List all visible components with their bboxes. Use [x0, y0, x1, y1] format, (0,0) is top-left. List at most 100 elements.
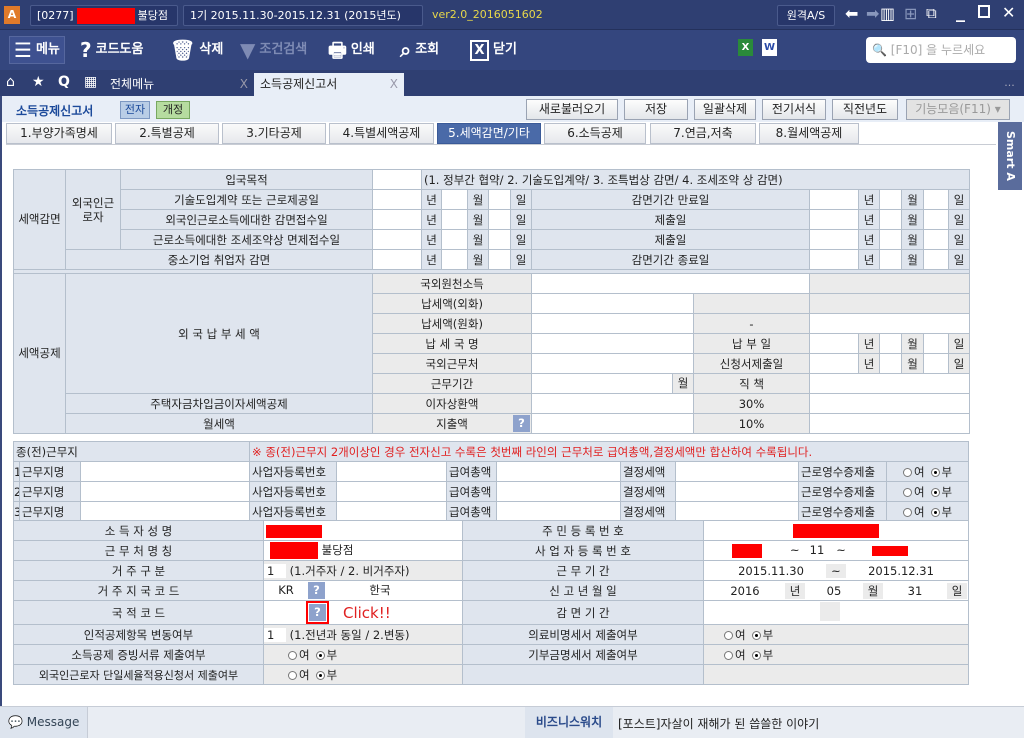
- period-selector[interactable]: 1기 2015.11.30-2015.12.31 (2015년도): [183, 5, 423, 26]
- day-input[interactable]: [923, 249, 949, 270]
- year-input[interactable]: [809, 189, 859, 210]
- message-button[interactable]: 💬 Message: [0, 707, 88, 738]
- filter-button[interactable]: ▼ 조건검색: [240, 36, 307, 64]
- month-input[interactable]: [879, 333, 902, 354]
- month-input[interactable]: [441, 229, 468, 250]
- back-arrow-icon[interactable]: ⬅: [845, 4, 858, 23]
- radio-no[interactable]: 부: [315, 647, 337, 663]
- housing-credit-input[interactable]: [808, 393, 971, 414]
- save-button[interactable]: 저장: [624, 99, 688, 120]
- empty-input[interactable]: [808, 313, 971, 334]
- workplace-name-field[interactable]: 불당점: [263, 540, 463, 561]
- tab-income-deduction[interactable]: 소득공제신고서 X: [254, 73, 404, 96]
- spend-input[interactable]: [531, 413, 694, 434]
- tax-fx-input[interactable]: [531, 293, 694, 314]
- day-input[interactable]: [923, 229, 949, 250]
- subtab-special-deduction[interactable]: 2.특별공제: [115, 123, 219, 144]
- foreign-workplace-input[interactable]: [531, 353, 694, 374]
- search-button[interactable]: ⌕ 조회: [400, 36, 439, 64]
- radio-yes[interactable]: 여: [288, 667, 310, 683]
- print-button[interactable]: 🖶 인쇄: [328, 36, 375, 64]
- day-input[interactable]: [488, 209, 511, 230]
- month-input[interactable]: [879, 249, 902, 270]
- bizno-input[interactable]: [336, 481, 448, 502]
- news-ticker-link[interactable]: [포스트]자살이 재해가 된 씁쓸한 이야기: [618, 715, 819, 732]
- code-help-button[interactable]: ? 코드도움: [80, 36, 143, 64]
- forward-arrow-icon[interactable]: ➡: [866, 4, 879, 23]
- interest-input[interactable]: [531, 393, 694, 414]
- month-input[interactable]: [441, 249, 468, 270]
- year-input[interactable]: [809, 209, 859, 230]
- radio-no[interactable]: 부: [930, 464, 952, 480]
- day-input[interactable]: [923, 189, 949, 210]
- radio-no[interactable]: 부: [751, 627, 773, 643]
- menu-button[interactable]: ☰ 메뉴: [9, 36, 65, 64]
- year-input[interactable]: [809, 333, 859, 354]
- subtab-pension-savings[interactable]: 7.연금,저축: [650, 123, 756, 144]
- year-input[interactable]: [372, 229, 422, 250]
- reduction-period-field[interactable]: [703, 600, 969, 625]
- home-icon[interactable]: ⌂: [6, 74, 15, 90]
- month-input[interactable]: [441, 209, 468, 230]
- day-input[interactable]: [923, 353, 949, 374]
- previous-year-button[interactable]: 직전년도: [832, 99, 898, 120]
- salary-input[interactable]: [496, 481, 622, 502]
- close-button[interactable]: X 닫기: [470, 36, 517, 64]
- tax-input[interactable]: [675, 501, 800, 522]
- subtab-income-deduction[interactable]: 6.소득공제: [544, 123, 646, 144]
- subtab-other-deduction[interactable]: 3.기타공제: [222, 123, 326, 144]
- earner-name-input[interactable]: [263, 520, 463, 541]
- work-period-input[interactable]: 월: [531, 373, 694, 394]
- month-input[interactable]: [441, 189, 468, 210]
- workplace-name-input[interactable]: [79, 461, 251, 482]
- quick-search-icon[interactable]: Q: [58, 74, 70, 90]
- more-tabs-button[interactable]: ...: [995, 76, 1024, 89]
- entry-purpose-input[interactable]: [372, 169, 422, 190]
- remote-as-button[interactable]: 원격A/S: [777, 5, 835, 26]
- rrn-input[interactable]: [703, 520, 969, 541]
- tab-close-icon[interactable]: X: [390, 73, 398, 96]
- subtab-dependents[interactable]: 1.부양가족명세: [6, 123, 112, 144]
- bizno-input[interactable]: [336, 461, 448, 482]
- maximize-icon[interactable]: [978, 5, 990, 18]
- workplace-name-input[interactable]: [79, 481, 251, 502]
- close-window-icon[interactable]: ✕: [1002, 3, 1015, 22]
- tax-krw-input[interactable]: [531, 313, 694, 334]
- reload-button[interactable]: 새로불러오기: [526, 99, 618, 120]
- tab-all-menu[interactable]: 전체메뉴 X: [104, 73, 254, 96]
- year-input[interactable]: [809, 353, 859, 374]
- year-input[interactable]: [809, 249, 859, 270]
- day-input[interactable]: [488, 249, 511, 270]
- radio-yes[interactable]: 여: [902, 464, 925, 480]
- radio-no[interactable]: 부: [930, 484, 952, 500]
- word-icon[interactable]: W: [762, 39, 777, 56]
- day-input[interactable]: [923, 333, 949, 354]
- radio-yes[interactable]: 여: [724, 647, 746, 663]
- subtab-tax-reduction[interactable]: 5.세액감면/기타: [437, 123, 541, 144]
- report-date-field[interactable]: 2016 년 05 월 31 일: [703, 580, 969, 601]
- foreign-income-input[interactable]: [531, 273, 810, 294]
- radio-yes[interactable]: 여: [288, 647, 310, 663]
- tax-input[interactable]: [675, 461, 800, 482]
- grid-icon[interactable]: ⊞: [904, 4, 917, 23]
- nationality-code-field[interactable]: ? Click!!: [263, 600, 463, 625]
- month-input[interactable]: [879, 209, 902, 230]
- year-input[interactable]: [809, 229, 859, 250]
- tax-input[interactable]: [675, 481, 800, 502]
- help-question-icon[interactable]: ?: [308, 582, 325, 599]
- radio-no[interactable]: 부: [315, 667, 337, 683]
- subtab-special-tax-credit[interactable]: 4.특별세액공제: [329, 123, 434, 144]
- radio-yes[interactable]: 여: [724, 627, 746, 643]
- position-input[interactable]: [808, 373, 971, 394]
- month-input[interactable]: [879, 229, 902, 250]
- year-input[interactable]: [372, 189, 422, 210]
- deduction-change-input[interactable]: 1: [264, 627, 286, 642]
- calendar-icon[interactable]: ▦: [84, 74, 97, 90]
- window-icon[interactable]: ⧉: [926, 4, 937, 22]
- radio-no[interactable]: 부: [930, 504, 952, 520]
- bizno-input[interactable]: [336, 501, 448, 522]
- star-icon[interactable]: ★: [32, 74, 45, 90]
- e-filing-badge[interactable]: 전자: [120, 101, 150, 119]
- previous-form-button[interactable]: 전기서식: [762, 99, 826, 120]
- bulk-delete-button[interactable]: 일괄삭제: [694, 99, 756, 120]
